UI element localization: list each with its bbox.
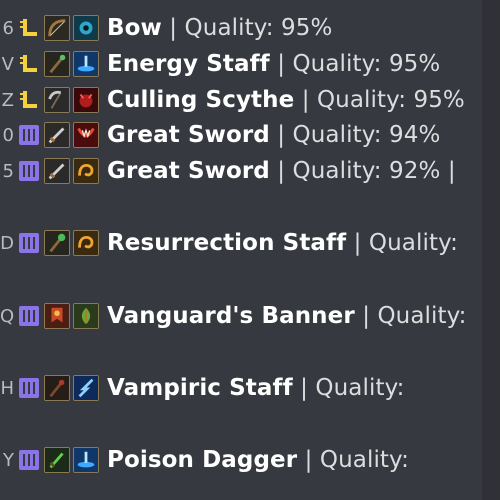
- item-quality: | Quality:: [292, 375, 405, 401]
- eye-icon: [73, 15, 99, 41]
- row-prefix: 6: [2, 17, 14, 39]
- list-item: V Energy Staff | Quality: 95%: [0, 46, 440, 82]
- swirl-icon: [73, 158, 99, 184]
- energy-icon: [73, 51, 99, 77]
- item-quality: | Quality: 92% |: [269, 158, 456, 184]
- item-quality: | Quality:: [354, 303, 467, 329]
- row-prefix: Q: [0, 305, 14, 327]
- epic-rank-icon: [18, 122, 40, 148]
- list-item: 5 Great Sword | Quality: 92% |: [0, 153, 456, 189]
- sword-icon: [44, 158, 70, 184]
- item-name: Vanguard's Banner: [107, 303, 355, 329]
- row-prefix: 0: [2, 124, 14, 146]
- list-item: Q Vanguard's Banner | Quality:: [0, 298, 467, 334]
- staff-icon: [44, 51, 70, 77]
- sword-icon: [44, 122, 70, 148]
- dagger-icon: [44, 447, 70, 473]
- legendary-rank-icon: [18, 51, 40, 77]
- item-name: Energy Staff: [107, 51, 270, 77]
- row-prefix: Z: [1, 89, 14, 111]
- item-quality: | Quality:: [346, 230, 458, 256]
- fang-icon: [73, 122, 99, 148]
- banner-icon: [44, 303, 70, 329]
- row-prefix: H: [0, 377, 14, 399]
- bow-icon: [44, 15, 70, 41]
- energy-icon: [73, 447, 99, 473]
- list-item: Z Culling Scythe | Quality: 95%: [0, 82, 465, 118]
- epic-rank-icon: [18, 158, 40, 184]
- list-item: H Vampiric Staff | Quality:: [0, 370, 404, 406]
- legendary-rank-icon: [18, 87, 40, 113]
- item-name: Great Sword: [107, 158, 270, 184]
- item-name: Culling Scythe: [107, 87, 295, 113]
- item-name: Resurrection Staff: [107, 230, 347, 256]
- epic-rank-icon: [18, 375, 40, 401]
- epic-rank-icon: [18, 303, 40, 329]
- staff-icon: [44, 230, 70, 256]
- legendary-rank-icon: [18, 15, 40, 41]
- item-name: Vampiric Staff: [107, 375, 293, 401]
- scythe-icon: [44, 87, 70, 113]
- item-quality: | Quality: 94%: [269, 122, 441, 148]
- row-prefix: 5: [2, 160, 14, 182]
- lightning-icon: [73, 375, 99, 401]
- item-quality: | Quality: 95%: [161, 15, 333, 41]
- item-quality: | Quality: 95%: [269, 51, 441, 77]
- epic-rank-icon: [18, 230, 40, 256]
- swirl-icon: [73, 230, 99, 256]
- item-name: Great Sword: [107, 122, 270, 148]
- item-name: Bow: [107, 15, 162, 41]
- epic-rank-icon: [18, 447, 40, 473]
- list-item: Y Poison Dagger | Quality:: [0, 442, 409, 478]
- leaf-icon: [73, 303, 99, 329]
- demon-icon: [73, 87, 99, 113]
- list-item: 6 Bow | Quality: 95%: [0, 10, 332, 46]
- row-prefix: Y: [3, 449, 14, 471]
- scrollbar-track[interactable]: [482, 0, 500, 500]
- list-item: 0 Great Sword | Quality: 94%: [0, 117, 440, 153]
- row-prefix: V: [1, 53, 14, 75]
- list-item: D Resurrection Staff | Quality:: [0, 225, 458, 261]
- item-quality: | Quality:: [297, 447, 409, 473]
- item-quality: | Quality: 95%: [294, 87, 465, 113]
- item-name: Poison Dagger: [107, 447, 298, 473]
- staff-icon: [44, 375, 70, 401]
- row-prefix: D: [0, 232, 14, 254]
